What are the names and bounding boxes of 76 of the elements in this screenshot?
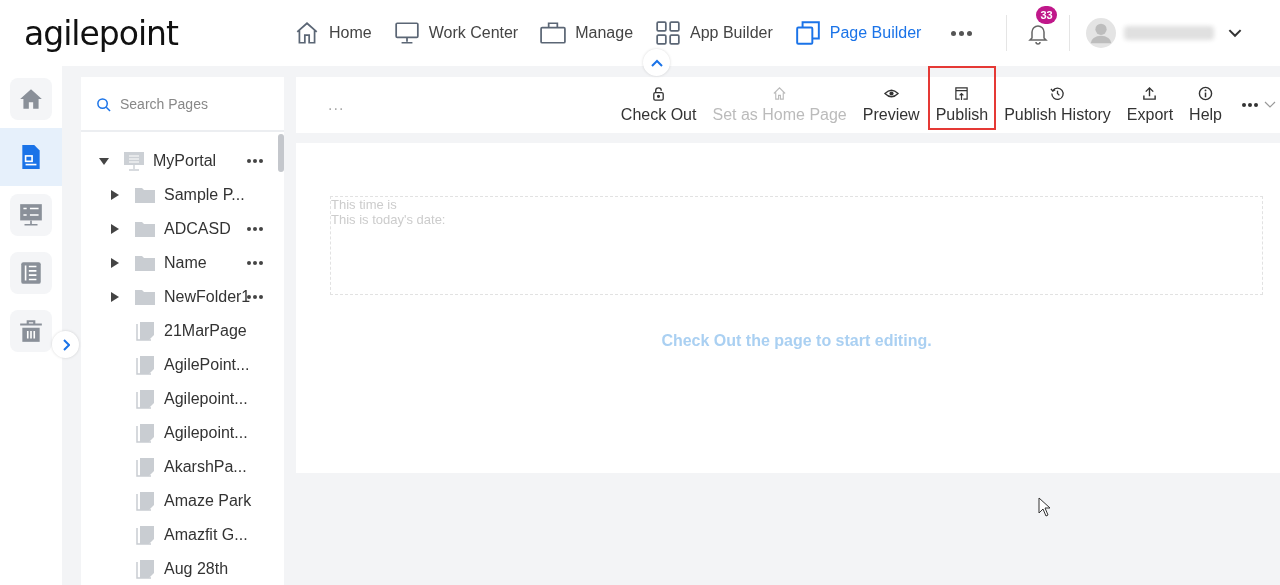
caret-icon[interactable] — [110, 258, 120, 268]
nav-tab[interactable]: Page Builder — [794, 20, 922, 46]
upload-icon — [1142, 86, 1158, 101]
tree-item[interactable]: MyPortal — [153, 152, 217, 170]
history-icon — [1050, 86, 1065, 101]
sidebar-button[interactable] — [10, 252, 52, 294]
tree-item[interactable]: Amazfit G... — [164, 526, 248, 544]
chevron-right-icon — [61, 338, 70, 351]
toolbar-button[interactable]: Export — [1118, 80, 1182, 130]
document-icon — [18, 260, 44, 286]
tree-item[interactable]: NewFolder1 — [164, 288, 251, 306]
tree-item[interactable]: AgilePoint... — [164, 356, 250, 374]
expand-sidebar-button[interactable] — [52, 331, 79, 358]
more-options-icon[interactable] — [247, 259, 263, 267]
tree-item[interactable]: AkarshPa... — [164, 458, 247, 476]
caret-icon[interactable] — [99, 156, 109, 166]
caret-icon[interactable] — [110, 190, 120, 200]
toolbar-button[interactable]: Publish History — [996, 80, 1119, 130]
search-icon — [96, 97, 111, 112]
folder-icon — [134, 287, 156, 307]
caret-icon[interactable] — [110, 292, 120, 302]
tree-item[interactable]: Aug 28th — [164, 560, 229, 578]
toolbar-button[interactable]: Preview — [854, 80, 928, 130]
home-icon — [772, 86, 788, 101]
page-icon — [134, 491, 156, 511]
sidebar-button[interactable] — [10, 310, 52, 352]
grid-icon — [655, 20, 682, 46]
page-icon — [134, 321, 156, 341]
trash-icon — [18, 318, 44, 344]
chevron-up-icon — [650, 58, 663, 67]
tree-item[interactable]: ADCASD — [164, 220, 231, 238]
sidebar-button[interactable] — [10, 194, 52, 236]
notification-count: 33 — [1036, 6, 1057, 24]
more-icon[interactable] — [1242, 103, 1258, 107]
monitor-icon — [393, 20, 420, 46]
folder-icon — [134, 185, 156, 205]
page-icon — [134, 457, 156, 477]
chevron-down-icon[interactable] — [1228, 28, 1243, 38]
nav-tab[interactable]: App Builder — [655, 20, 773, 46]
page-icon — [134, 559, 156, 579]
more-options-icon[interactable] — [247, 157, 263, 165]
more-options-icon[interactable] — [247, 225, 263, 233]
toolbar-button[interactable]: Help — [1181, 80, 1230, 130]
info-icon — [1198, 86, 1214, 101]
collapse-header-button[interactable] — [643, 49, 670, 76]
logo[interactable]: agilepoint — [24, 13, 294, 53]
sidebar-button[interactable] — [10, 78, 52, 120]
page-icon — [134, 423, 156, 443]
publish-icon — [954, 86, 970, 101]
tree-item[interactable]: Name — [164, 254, 207, 272]
checkout-message: Check Out the page to start editing. — [660, 332, 933, 350]
lock-icon — [651, 86, 667, 101]
nav-tab[interactable]: Work Center — [393, 20, 519, 46]
scrollbar-thumb[interactable] — [278, 134, 284, 172]
caret-icon[interactable] — [110, 224, 120, 234]
tree-item[interactable]: Agilepoint... — [164, 390, 248, 408]
mouse-pointer-icon — [1038, 497, 1052, 517]
nav-tab[interactable]: Manage — [540, 20, 634, 46]
list-icon — [18, 202, 44, 228]
tree-item[interactable]: Amaze Park — [164, 492, 252, 510]
nav-tab[interactable]: Home — [294, 20, 372, 46]
page-icon — [134, 389, 156, 409]
tree-item[interactable]: Sample P... — [164, 186, 245, 204]
folder-icon — [134, 253, 156, 273]
page-icon — [134, 355, 156, 375]
tree-item[interactable]: Agilepoint... — [164, 424, 248, 442]
pages-icon — [794, 20, 821, 46]
home-icon — [294, 20, 320, 46]
folder-icon — [134, 219, 156, 239]
monitor-icon — [123, 151, 145, 171]
toolbar-button[interactable]: Check Out — [612, 80, 705, 130]
page-icon — [134, 525, 156, 545]
briefcase-icon — [540, 20, 567, 46]
toolbar-button[interactable]: Publish — [927, 66, 997, 130]
tree-item[interactable]: 21MarPage — [164, 322, 247, 340]
search-field[interactable]: Search Pages — [81, 77, 284, 132]
